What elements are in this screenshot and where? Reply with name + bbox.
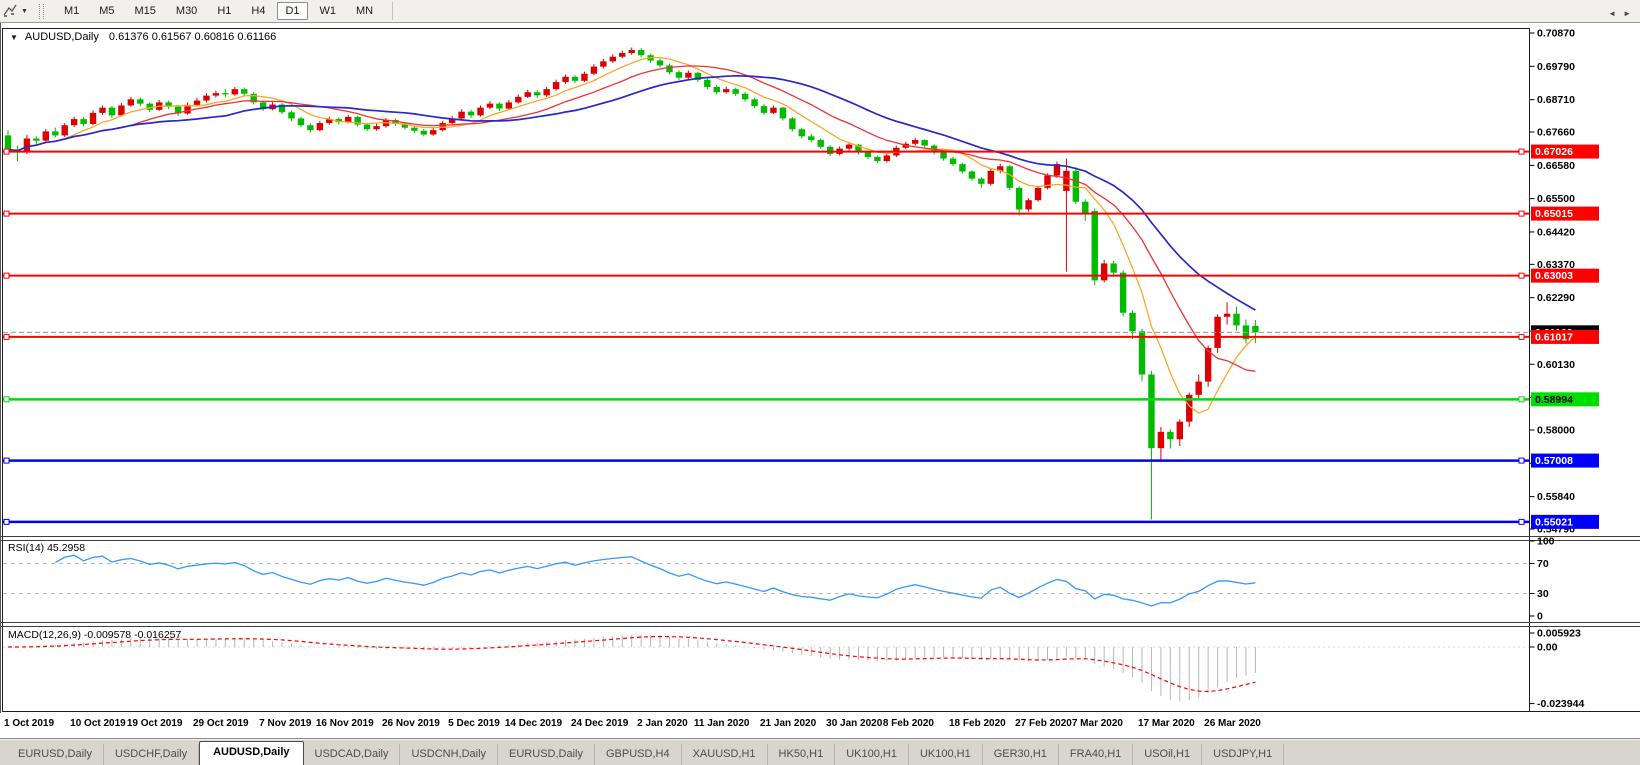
date-axis-label: 5 Dec 2019 xyxy=(448,718,500,729)
date-axis-label: 7 Nov 2019 xyxy=(259,718,312,729)
svg-text:0.005923: 0.005923 xyxy=(1537,628,1581,640)
toolbar-separator xyxy=(392,2,394,20)
chart-tab-hk50-h1[interactable]: HK50,H1 xyxy=(768,744,836,765)
date-axis-label: 30 Jan 2020 xyxy=(826,718,883,729)
svg-text:0.68710: 0.68710 xyxy=(1537,94,1575,106)
price-axis: 0.70870 0.69790 0.68710 0.67660 0.66580 0.655… xyxy=(1529,28,1584,710)
tab-scroll-left-icon[interactable]: ◄ xyxy=(1608,9,1616,18)
svg-text:0.66580: 0.66580 xyxy=(1537,160,1575,172)
chart-tab-uk100-h1[interactable]: UK100,H1 xyxy=(835,744,909,765)
date-axis-label: 8 Feb 2020 xyxy=(882,718,934,729)
svg-text:0.55021: 0.55021 xyxy=(1535,516,1573,528)
chart-tab-ger30-h1[interactable]: GER30,H1 xyxy=(983,744,1059,765)
date-axis-label: 24 Dec 2019 xyxy=(571,718,629,729)
horizontal-level-lines[interactable] xyxy=(3,148,1529,525)
date-axis-label: 14 Dec 2019 xyxy=(504,718,563,729)
svg-text:0.65500: 0.65500 xyxy=(1537,193,1575,205)
svg-text:0.69790: 0.69790 xyxy=(1537,61,1575,73)
chart-tab-usoil-h1[interactable]: USOil,H1 xyxy=(1133,744,1203,765)
chart-tab-usdcad-daily[interactable]: USDCAD,Daily xyxy=(304,744,401,765)
date-axis-label: 19 Oct 2019 xyxy=(126,718,183,729)
date-axis-label: 10 Oct 2019 xyxy=(70,718,126,729)
date-axis-label: 26 Nov 2019 xyxy=(382,718,440,729)
date-axis-label: 17 Mar 2020 xyxy=(1138,718,1195,729)
date-axis-label: 18 Feb 2020 xyxy=(949,718,1006,729)
tab-scroll-right-icon[interactable]: ► xyxy=(1623,9,1631,18)
ma-medium-line xyxy=(7,65,1256,372)
chart-tab-audusd-daily[interactable]: AUDUSD,Daily xyxy=(199,741,304,765)
collapse-chart-icon[interactable]: ▼ xyxy=(10,33,18,42)
chart-title: ▼ AUDUSD,Daily 0.61376 0.61567 0.60816 0.6… xyxy=(10,31,276,43)
chart-tab-usdcnh-daily[interactable]: USDCNH,Daily xyxy=(400,744,499,765)
svg-text:100: 100 xyxy=(1537,536,1555,548)
date-axis-label: 2 Jan 2020 xyxy=(637,718,688,729)
svg-text:0.57008: 0.57008 xyxy=(1535,455,1573,467)
svg-text:0.60130: 0.60130 xyxy=(1537,359,1575,371)
chart-tab-usdchf-daily[interactable]: USDCHF,Daily xyxy=(104,744,200,765)
svg-text:30: 30 xyxy=(1537,588,1549,600)
svg-text:0.67026: 0.67026 xyxy=(1535,146,1573,158)
timeframe-buttons: M1 M5 M15 M30 H1 H4 D1 W1 MN xyxy=(54,2,383,20)
date-axis-label: 1 Oct 2019 xyxy=(4,718,55,729)
candles-layer xyxy=(4,47,1259,520)
chart-tabs: EURUSD,Daily USDCHF,Daily AUDUSD,Daily USDC… xyxy=(7,741,1285,765)
chart-tab-xauusd-h1[interactable]: XAUUSD,H1 xyxy=(682,744,768,765)
ma-fast-line xyxy=(7,56,1256,414)
chart-tab-usdjpy-h1[interactable]: USDJPY,H1 xyxy=(1202,744,1285,765)
timeframe-toolbar: ▼ M1 M5 M15 M30 H1 H4 D1 W1 MN xyxy=(0,0,1640,23)
svg-text:0.67660: 0.67660 xyxy=(1537,127,1575,139)
timeframe-button-m15[interactable]: M15 xyxy=(127,2,164,20)
timeframe-button-d1[interactable]: D1 xyxy=(277,2,308,20)
date-axis-label: 7 Mar 2020 xyxy=(1071,718,1123,729)
chart-symbol-period: AUDUSD,Daily xyxy=(24,31,99,43)
chart-tab-fra40-h1[interactable]: FRA40,H1 xyxy=(1059,744,1134,765)
chart-frame xyxy=(2,28,1530,712)
svg-text:0.55840: 0.55840 xyxy=(1537,491,1575,503)
svg-text:0.70870: 0.70870 xyxy=(1537,28,1575,40)
chart-tab-eurusd-daily[interactable]: EURUSD,Daily xyxy=(7,744,104,765)
chart-tab-eurusd-daily[interactable]: EURUSD,Daily xyxy=(498,744,595,765)
chart-canvas[interactable]: 0.70870 0.69790 0.68710 0.67660 0.66580 0.655… xyxy=(0,0,1640,765)
date-axis-label: 27 Feb 2020 xyxy=(1015,718,1072,729)
svg-text:70: 70 xyxy=(1537,558,1549,570)
rsi-line xyxy=(54,554,1256,607)
chart-tab-uk100-h1[interactable]: UK100,H1 xyxy=(909,744,983,765)
date-axis-label: 16 Nov 2019 xyxy=(315,718,374,729)
macd-histogram xyxy=(16,634,1256,702)
chart-tools-icon[interactable] xyxy=(1,3,19,19)
timeframe-button-h4[interactable]: H4 xyxy=(243,2,273,20)
timeframe-button-w1[interactable]: W1 xyxy=(312,2,345,20)
date-axis: 1 Oct 2019 10 Oct 2019 19 Oct 2019 29 Oct 2… xyxy=(0,713,1640,738)
date-axis-label: 29 Oct 2019 xyxy=(193,718,249,729)
timeframe-button-mn[interactable]: MN xyxy=(348,2,381,20)
svg-text:0.00: 0.00 xyxy=(1537,642,1558,654)
timeframe-button-h1[interactable]: H1 xyxy=(209,2,239,20)
toolbar-drag-handle[interactable] xyxy=(38,3,44,19)
svg-text:0.61017: 0.61017 xyxy=(1535,331,1573,343)
timeframe-button-m30[interactable]: M30 xyxy=(168,2,205,20)
indicator-level-lines xyxy=(3,563,1529,648)
date-axis-label: 26 Mar 2020 xyxy=(1204,718,1261,729)
svg-text:0.63003: 0.63003 xyxy=(1535,270,1573,282)
date-axis-label: 11 Jan 2020 xyxy=(693,718,750,729)
chart-tab-bar: EURUSD,Daily USDCHF,Daily AUDUSD,Daily USDC… xyxy=(0,738,1640,765)
macd-indicator-label: MACD(12,26,9) -0.009578 -0.016257 xyxy=(8,629,182,641)
timeframe-button-m5[interactable]: M5 xyxy=(91,2,122,20)
svg-text:0.62290: 0.62290 xyxy=(1537,292,1575,304)
date-axis-label: 21 Jan 2020 xyxy=(760,718,817,729)
svg-text:-0.023944: -0.023944 xyxy=(1537,698,1584,710)
tab-scroll-arrows: ◄ ► xyxy=(1601,9,1631,18)
svg-text:0.58994: 0.58994 xyxy=(1535,394,1573,406)
timeframe-button-m1[interactable]: M1 xyxy=(56,2,87,20)
chart-ohlc-values: 0.61376 0.61567 0.60816 0.61166 xyxy=(108,31,277,43)
svg-text:0.58000: 0.58000 xyxy=(1537,424,1575,436)
svg-text:0.65015: 0.65015 xyxy=(1535,208,1573,220)
mt4-window: ▼ M1 M5 M15 M30 H1 H4 D1 W1 MN 0.70870 0.69790 0.6… xyxy=(0,0,1640,765)
svg-text:0: 0 xyxy=(1537,611,1543,623)
chevron-down-icon[interactable]: ▼ xyxy=(21,8,28,15)
svg-text:0.64420: 0.64420 xyxy=(1537,226,1575,238)
chart-tab-gbpusd-h4[interactable]: GBPUSD,H4 xyxy=(595,744,682,765)
rsi-indicator-label: RSI(14) 45.2958 xyxy=(8,542,86,554)
